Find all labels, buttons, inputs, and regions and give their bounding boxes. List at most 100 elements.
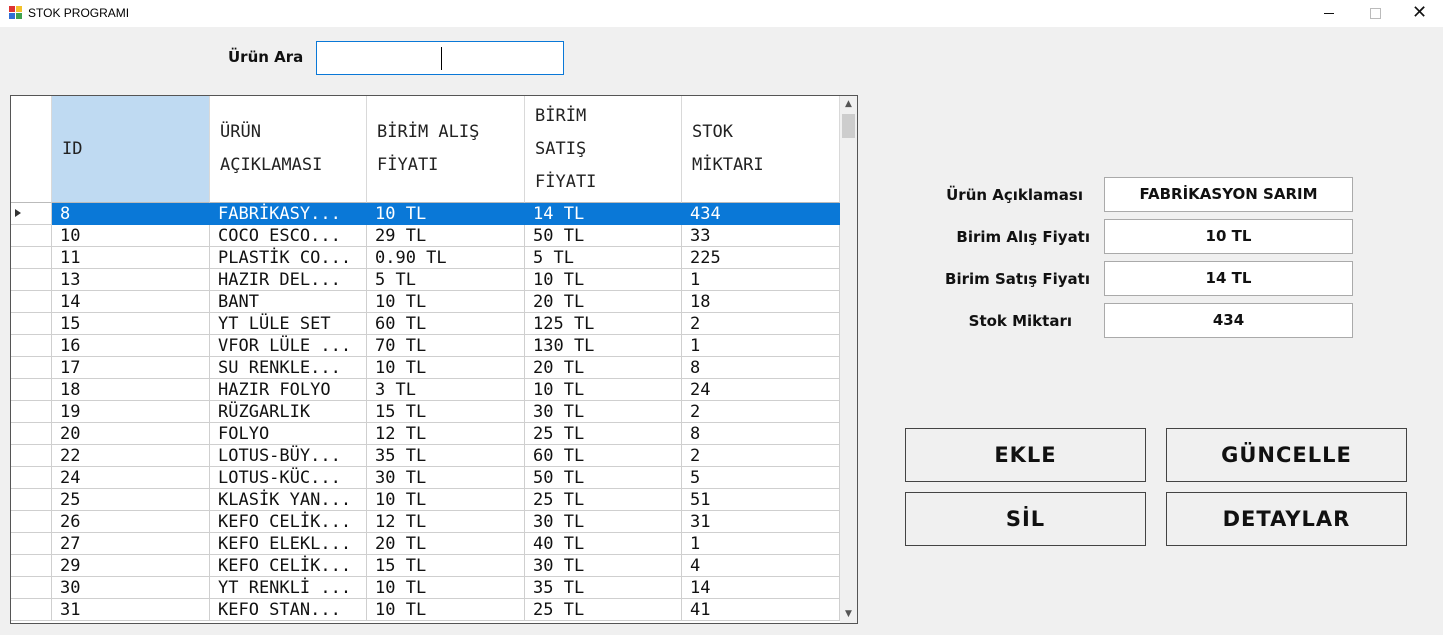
table-cell[interactable]: YT RENKLİ ... (210, 577, 367, 599)
table-cell[interactable]: 10 TL (367, 291, 525, 313)
table-cell[interactable]: 14 TL (525, 203, 682, 225)
minimize-button[interactable] (1306, 0, 1352, 27)
table-cell[interactable]: BANT (210, 291, 367, 313)
table-cell[interactable]: 3 TL (367, 379, 525, 401)
table-cell[interactable]: 2 (682, 401, 840, 423)
table-cell[interactable]: 70 TL (367, 335, 525, 357)
table-cell[interactable]: FOLYO (210, 423, 367, 445)
table-cell[interactable]: 15 (52, 313, 210, 335)
alis-fiyati-field[interactable]: 10 TL (1104, 219, 1353, 254)
table-cell[interactable]: 30 TL (367, 467, 525, 489)
table-cell[interactable]: LOTUS-BÜY... (210, 445, 367, 467)
detaylar-button[interactable]: DETAYLAR (1166, 492, 1407, 546)
table-cell[interactable]: 29 TL (367, 225, 525, 247)
table-cell[interactable]: 1 (682, 533, 840, 555)
table-cell[interactable]: PLASTİK CO... (210, 247, 367, 269)
ekle-button[interactable]: EKLE (905, 428, 1146, 482)
table-cell[interactable]: 26 (52, 511, 210, 533)
maximize-button[interactable] (1352, 0, 1398, 27)
row-header[interactable] (11, 489, 52, 511)
table-cell[interactable]: SU RENKLE... (210, 357, 367, 379)
column-header-id[interactable]: ID (52, 96, 210, 203)
table-cell[interactable]: 41 (682, 599, 840, 621)
table-cell[interactable]: HAZIR DEL... (210, 269, 367, 291)
table-cell[interactable]: 15 TL (367, 401, 525, 423)
table-cell[interactable]: 25 TL (525, 489, 682, 511)
table-row[interactable]: 14 BANT 10 TL 20 TL 18 (11, 291, 840, 313)
row-header[interactable] (11, 335, 52, 357)
row-header[interactable] (11, 247, 52, 269)
table-cell[interactable]: 14 (682, 577, 840, 599)
table-cell[interactable]: 25 TL (525, 423, 682, 445)
table-cell[interactable]: 14 (52, 291, 210, 313)
table-cell[interactable]: 40 TL (525, 533, 682, 555)
table-row[interactable]: 15 YT LÜLE SET 60 TL 125 TL 2 (11, 313, 840, 335)
row-header[interactable] (11, 357, 52, 379)
guncelle-button[interactable]: GÜNCELLE (1166, 428, 1407, 482)
table-cell[interactable]: 10 TL (367, 357, 525, 379)
table-cell[interactable]: 10 TL (525, 269, 682, 291)
table-cell[interactable]: 12 TL (367, 423, 525, 445)
stok-miktari-field[interactable]: 434 (1104, 303, 1353, 338)
table-cell[interactable]: 35 TL (367, 445, 525, 467)
table-cell[interactable]: LOTUS-KÜC... (210, 467, 367, 489)
table-row[interactable]: 20 FOLYO 12 TL 25 TL 8 (11, 423, 840, 445)
table-row[interactable]: 25 KLASİK YAN... 10 TL 25 TL 51 (11, 489, 840, 511)
row-header[interactable] (11, 291, 52, 313)
table-cell[interactable]: HAZIR FOLYO (210, 379, 367, 401)
table-cell[interactable]: VFOR LÜLE ... (210, 335, 367, 357)
table-cell[interactable]: 25 TL (525, 599, 682, 621)
table-cell[interactable]: 1 (682, 269, 840, 291)
table-cell[interactable]: 35 TL (525, 577, 682, 599)
table-cell[interactable]: 31 (52, 599, 210, 621)
table-cell[interactable]: 50 TL (525, 467, 682, 489)
table-cell[interactable]: 2 (682, 313, 840, 335)
row-header[interactable] (11, 203, 52, 225)
table-cell[interactable]: 5 TL (367, 269, 525, 291)
aciklama-field[interactable]: FABRİKASYON SARIM (1104, 177, 1353, 212)
table-cell[interactable]: 10 TL (367, 599, 525, 621)
table-cell[interactable]: 0.90 TL (367, 247, 525, 269)
close-button[interactable]: ✕ (1397, 0, 1443, 27)
table-cell[interactable]: 10 (52, 225, 210, 247)
search-input[interactable] (316, 41, 564, 75)
table-cell[interactable]: KEFO ELEKL... (210, 533, 367, 555)
row-header[interactable] (11, 401, 52, 423)
table-row[interactable]: 24 LOTUS-KÜC... 30 TL 50 TL 5 (11, 467, 840, 489)
table-cell[interactable]: 130 TL (525, 335, 682, 357)
table-cell[interactable]: 29 (52, 555, 210, 577)
table-cell[interactable]: 11 (52, 247, 210, 269)
row-header[interactable] (11, 225, 52, 247)
table-cell[interactable]: 434 (682, 203, 840, 225)
row-header[interactable] (11, 599, 52, 621)
table-row[interactable]: 30 YT RENKLİ ... 10 TL 35 TL 14 (11, 577, 840, 599)
column-header-stok-miktari[interactable]: STOK MİKTARI (682, 96, 840, 203)
table-cell[interactable]: 16 (52, 335, 210, 357)
table-cell[interactable]: 60 TL (525, 445, 682, 467)
table-row[interactable]: 13 HAZIR DEL... 5 TL 10 TL 1 (11, 269, 840, 291)
satis-fiyati-field[interactable]: 14 TL (1104, 261, 1353, 296)
table-cell[interactable]: 5 TL (525, 247, 682, 269)
table-row[interactable]: 22 LOTUS-BÜY... 35 TL 60 TL 2 (11, 445, 840, 467)
table-cell[interactable]: 30 TL (525, 401, 682, 423)
row-header[interactable] (11, 423, 52, 445)
table-cell[interactable]: YT LÜLE SET (210, 313, 367, 335)
table-cell[interactable]: 18 (682, 291, 840, 313)
table-row[interactable]: 26 KEFO CELİK... 12 TL 30 TL 31 (11, 511, 840, 533)
row-header[interactable] (11, 379, 52, 401)
table-row[interactable]: 27 KEFO ELEKL... 20 TL 40 TL 1 (11, 533, 840, 555)
table-row[interactable]: 8 FABRİKASY... 10 TL 14 TL 434 (11, 203, 840, 225)
table-cell[interactable]: 24 (682, 379, 840, 401)
column-header-satis-fiyati[interactable]: BİRİM SATIŞ FİYATI (525, 96, 682, 203)
table-cell[interactable]: 15 TL (367, 555, 525, 577)
table-row[interactable]: 10 COCO ESCO... 29 TL 50 TL 33 (11, 225, 840, 247)
row-header[interactable] (11, 313, 52, 335)
table-cell[interactable]: 50 TL (525, 225, 682, 247)
table-cell[interactable]: 13 (52, 269, 210, 291)
scroll-down-icon[interactable]: ▼ (840, 606, 857, 623)
table-cell[interactable]: 24 (52, 467, 210, 489)
products-grid[interactable]: ID ÜRÜN AÇIKLAMASI BİRİM ALIŞ FİYATI BİR… (10, 95, 858, 624)
table-cell[interactable]: 60 TL (367, 313, 525, 335)
table-row[interactable]: 31 KEFO STAN... 10 TL 25 TL 41 (11, 599, 840, 621)
table-cell[interactable]: COCO ESCO... (210, 225, 367, 247)
